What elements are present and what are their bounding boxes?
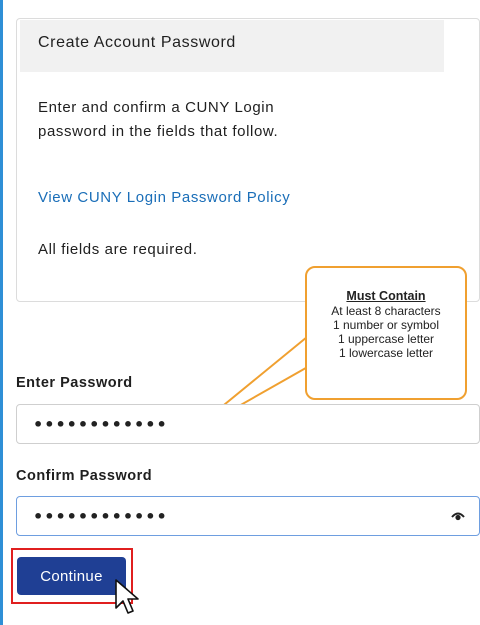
eye-icon[interactable]: [451, 510, 465, 522]
confirm-password-input[interactable]: ••••••••••••: [16, 496, 480, 536]
card-instructions: Enter and confirm a CUNY Login password …: [38, 96, 378, 144]
required-note: All fields are required.: [38, 241, 198, 258]
rule-number-symbol: 1 number or symbol: [332, 318, 440, 332]
window-edge: [0, 0, 3, 625]
password-value: ••••••••••••: [33, 415, 168, 434]
password-requirements-callout: Must Contain At least 8 characters 1 num…: [305, 266, 467, 400]
continue-button[interactable]: Continue: [17, 557, 126, 595]
confirm-password-label: Confirm Password: [16, 468, 153, 484]
rule-min-length: At least 8 characters: [331, 304, 441, 318]
card-title: Create Account Password: [20, 20, 444, 72]
confirm-password-value: ••••••••••••: [33, 507, 168, 526]
password-policy-link[interactable]: View CUNY Login Password Policy: [38, 189, 290, 206]
password-input[interactable]: ••••••••••••: [16, 404, 480, 444]
password-label: Enter Password: [16, 375, 133, 391]
callout-title: Must Contain: [346, 289, 426, 303]
rule-uppercase: 1 uppercase letter: [337, 332, 435, 346]
rule-lowercase: 1 lowercase letter: [338, 346, 434, 360]
instructions-line-1: Enter and confirm a CUNY Login: [38, 99, 275, 116]
instructions-line-2: password in the fields that follow.: [38, 123, 279, 140]
